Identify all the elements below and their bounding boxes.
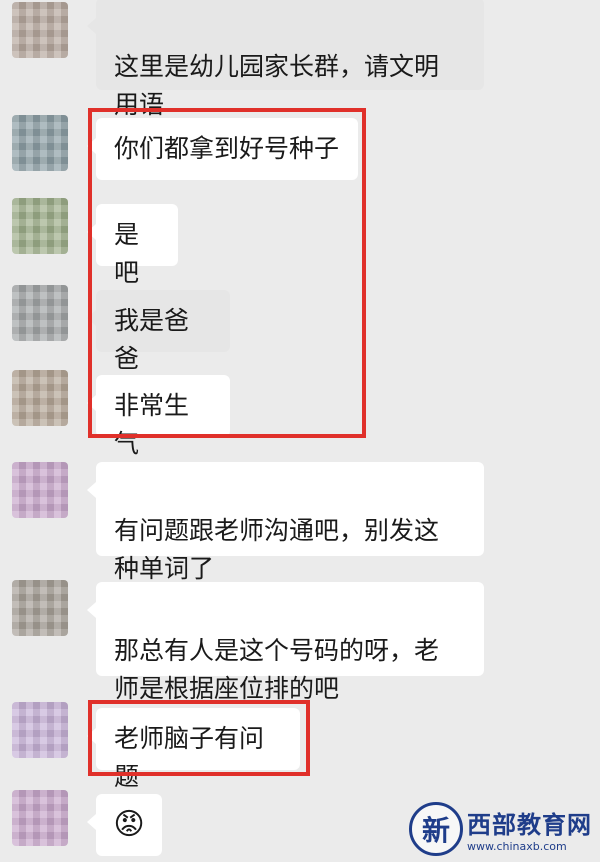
site-logo-icon: 新 <box>409 802 463 856</box>
highlight-box <box>88 700 310 776</box>
watermark-text: 西部教育网 www.chinaxb.com <box>467 805 592 853</box>
avatar[interactable] <box>12 115 68 171</box>
highlight-box <box>88 108 366 438</box>
message-text: 那总有人是这个号码的呀，老 师是根据座位排的吧 <box>114 636 440 703</box>
chat-message-bubble[interactable]: 这里是幼儿园家长群，请文明 用语 <box>87 0 484 119</box>
avatar[interactable] <box>12 702 68 758</box>
avatar[interactable] <box>12 285 68 341</box>
chat-message-bubble[interactable]: 有问题跟老师沟通吧，别发这 种单词了 <box>87 462 484 583</box>
chat-message-bubble[interactable]: 😡 <box>87 794 162 856</box>
avatar[interactable] <box>12 790 68 846</box>
avatar[interactable] <box>12 2 68 58</box>
avatar[interactable] <box>12 462 68 518</box>
message-text: 有问题跟老师沟通吧，别发这 种单词了 <box>114 516 440 583</box>
watermark-url: www.chinaxb.com <box>467 840 567 853</box>
avatar[interactable] <box>12 580 68 636</box>
site-watermark: 新 西部教育网 www.chinaxb.com <box>409 802 592 856</box>
avatar[interactable] <box>12 370 68 426</box>
angry-face-emoji: 😡 <box>113 807 145 842</box>
avatar[interactable] <box>12 198 68 254</box>
watermark-title: 西部教育网 <box>467 810 592 839</box>
logo-text: 新 <box>421 814 450 847</box>
chat-message-bubble[interactable]: 那总有人是这个号码的呀，老 师是根据座位排的吧 <box>87 582 484 703</box>
